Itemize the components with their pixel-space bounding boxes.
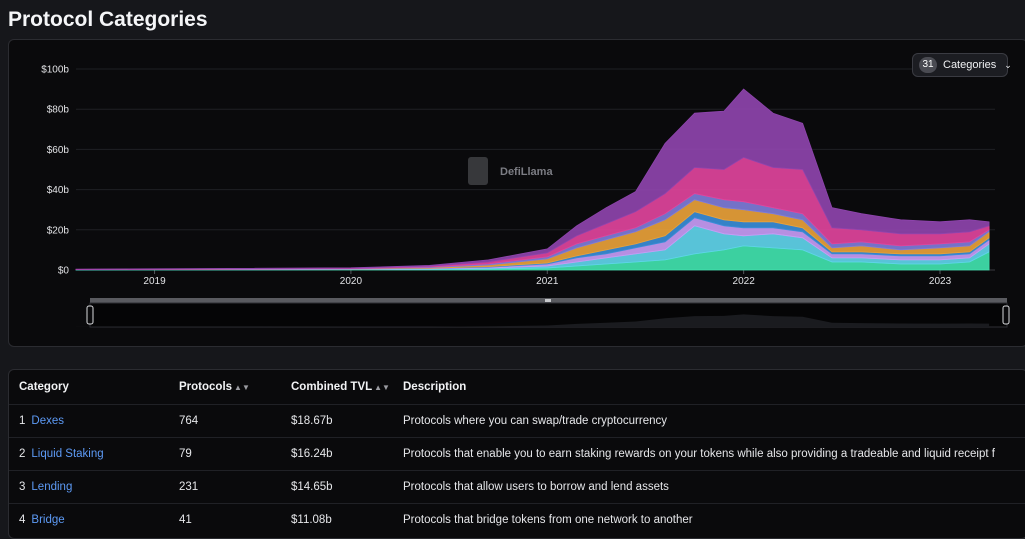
header-category: Category <box>19 381 69 393</box>
row-rank: 2 <box>19 448 26 460</box>
watermark-text: DefiLlama <box>500 166 553 178</box>
categories-dropdown[interactable]: 31 Categories ⌄ <box>912 53 1012 77</box>
y-tick-label: $20b <box>47 225 70 236</box>
protocols-count: 79 <box>179 437 291 471</box>
category-link-liquid-staking[interactable]: Liquid Staking <box>31 448 103 460</box>
combined-tvl: $18.67b <box>291 404 403 438</box>
category-link-dexes[interactable]: Dexes <box>31 415 64 427</box>
category-count-badge: 31 <box>919 57 937 73</box>
x-tick-label: 2022 <box>733 276 756 287</box>
category-description: Protocols where you can swap/trade crypt… <box>403 404 1025 438</box>
y-tick-label: $40b <box>47 185 70 196</box>
x-tick-label: 2019 <box>143 276 166 287</box>
table-row: 1 Dexes 764 $18.67b Protocols where you c… <box>9 404 1025 438</box>
table-row: 4 Bridge 41 $11.08b Protocols that bridge… <box>9 503 1025 536</box>
header-combined-tvl[interactable]: Combined TVL ▲▼ <box>291 370 403 405</box>
y-tick-label: $60b <box>47 145 70 156</box>
row-rank: 3 <box>19 481 26 493</box>
protocols-count: 41 <box>179 503 291 536</box>
table-header-row: Category Protocols ▲▼ Combined TVL ▲▼ Desc… <box>9 370 1025 405</box>
header-protocols[interactable]: Protocols ▲▼ <box>179 370 291 405</box>
category-description: Protocols that allow users to borrow and… <box>403 470 1025 504</box>
categories-table: Category Protocols ▲▼ Combined TVL ▲▼ Desc… <box>9 370 1025 536</box>
category-link-lending[interactable]: Lending <box>31 481 72 493</box>
range-grip-icon <box>545 299 551 302</box>
range-handle-left <box>86 305 94 325</box>
y-tick-label: $80b <box>47 105 70 116</box>
protocols-count: 764 <box>179 404 291 438</box>
categories-dropdown-label: Categories <box>943 59 997 71</box>
combined-tvl: $14.65b <box>291 470 403 504</box>
range-handle-right <box>1002 305 1010 325</box>
x-tick-label: 2021 <box>536 276 559 287</box>
header-description: Description <box>403 381 467 393</box>
category-description: Protocols that bridge tokens from one ne… <box>403 503 1025 536</box>
tvl-area-chart: $0 $20b $40b $60b $80b $100b 2019 2020 2021 2022 2… <box>41 65 1010 328</box>
sort-icon[interactable]: ▲▼ <box>374 383 390 392</box>
x-tick-label: 2023 <box>929 276 952 287</box>
chevron-down-icon: ⌄ <box>1004 59 1012 70</box>
combined-tvl: $11.08b <box>291 503 403 536</box>
llama-logo-icon <box>468 157 488 185</box>
categories-table-panel: Category Protocols ▲▼ Combined TVL ▲▼ Desc… <box>8 369 1025 539</box>
table-row: 2 Liquid Staking 79 $16.24b Protocols tha… <box>9 437 1025 471</box>
row-rank: 1 <box>19 415 26 427</box>
combined-tvl: $16.24b <box>291 437 403 471</box>
row-rank: 4 <box>19 514 26 526</box>
sort-icon[interactable]: ▲▼ <box>234 383 250 392</box>
category-link-bridge[interactable]: Bridge <box>31 514 64 526</box>
category-description: Protocols that enable you to earn stakin… <box>403 437 1025 471</box>
x-tick-label: 2020 <box>340 276 363 287</box>
y-tick-label: $100b <box>41 65 69 76</box>
y-tick-label: $0 <box>58 266 70 277</box>
table-row: 3 Lending 231 $14.65b Protocols that allo… <box>9 470 1025 504</box>
protocols-count: 231 <box>179 470 291 504</box>
